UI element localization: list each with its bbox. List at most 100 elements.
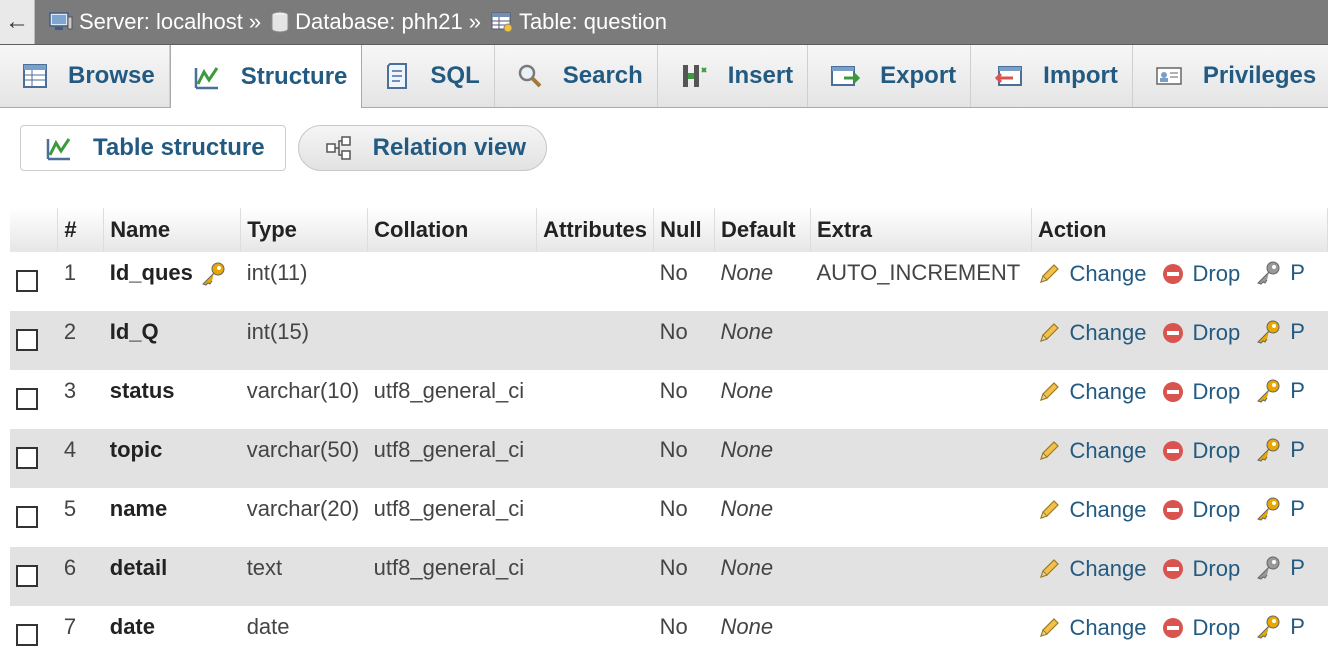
change-action[interactable]: Change <box>1037 320 1147 346</box>
change-action[interactable]: Change <box>1037 556 1147 582</box>
field-attributes <box>536 252 654 311</box>
drop-action[interactable]: Drop <box>1161 438 1240 464</box>
field-extra <box>810 311 1032 370</box>
pencil-icon <box>1037 262 1061 286</box>
header-null[interactable]: Null <box>653 208 716 252</box>
insert-icon <box>680 62 708 90</box>
tab-export[interactable]: Export <box>808 45 972 107</box>
change-action[interactable]: Change <box>1037 497 1147 523</box>
field-attributes <box>536 370 654 429</box>
row-checkbox[interactable] <box>16 447 38 469</box>
table-row: 6 detail text utf8_general_ci No None Change Dr… <box>10 547 1328 606</box>
change-action[interactable]: Change <box>1037 615 1147 641</box>
row-checkbox[interactable] <box>16 329 38 351</box>
tab-structure[interactable]: Structure <box>169 45 363 108</box>
field-default: None <box>714 311 811 370</box>
tab-search[interactable]: Search <box>495 45 658 107</box>
primary-action[interactable]: P <box>1254 555 1305 581</box>
header-attributes[interactable]: Attributes <box>536 208 655 252</box>
drop-icon <box>1161 498 1185 522</box>
primary-action[interactable]: P <box>1254 437 1305 463</box>
header-number[interactable]: # <box>57 208 105 252</box>
tab-sql-label: SQL <box>430 62 480 89</box>
change-label: Change <box>1069 379 1147 404</box>
search-icon <box>517 63 543 89</box>
sql-icon <box>384 62 410 90</box>
subtab-table-structure[interactable]: Table structure <box>20 125 286 171</box>
row-number: 5 <box>57 488 104 547</box>
change-action[interactable]: Change <box>1037 261 1147 287</box>
change-label: Change <box>1069 556 1147 581</box>
main-tabs: Browse Structure SQL Search Insert Expor… <box>0 45 1328 108</box>
tab-sql[interactable]: SQL <box>362 45 495 107</box>
pencil-icon <box>1037 321 1061 345</box>
drop-icon <box>1161 262 1185 286</box>
field-type: text <box>240 547 368 606</box>
field-name: Id_ques <box>109 260 193 285</box>
table-row: 7 date date No None Change Drop P <box>10 606 1328 665</box>
primary-label: P <box>1290 319 1305 344</box>
table-row: 5 name varchar(20) utf8_general_ci No None Cha… <box>10 488 1328 547</box>
drop-label: Drop <box>1192 261 1241 286</box>
breadcrumb-database[interactable]: Database: phh21 <box>271 9 463 35</box>
primary-label: P <box>1290 614 1305 639</box>
back-button[interactable]: ← <box>0 0 35 44</box>
header-type[interactable]: Type <box>240 208 369 252</box>
row-checkbox[interactable] <box>16 388 38 410</box>
tab-structure-label: Structure <box>240 62 348 90</box>
row-select-cell <box>10 370 58 429</box>
field-name: topic <box>109 437 163 462</box>
tab-insert-label: Insert <box>727 62 794 89</box>
drop-action[interactable]: Drop <box>1161 497 1240 523</box>
subtab-relation-view[interactable]: Relation view <box>297 125 547 171</box>
primary-action[interactable]: P <box>1254 260 1305 286</box>
row-select-cell <box>10 429 58 488</box>
import-icon <box>993 63 1023 89</box>
field-default: None <box>714 252 811 311</box>
drop-action[interactable]: Drop <box>1161 615 1240 641</box>
primary-action[interactable]: P <box>1254 319 1305 345</box>
row-checkbox[interactable] <box>16 506 38 528</box>
export-icon <box>830 63 861 89</box>
primary-action[interactable]: P <box>1254 614 1305 640</box>
field-actions: Change Drop P <box>1031 370 1328 429</box>
pencil-icon <box>1037 557 1061 581</box>
primary-label: P <box>1290 437 1305 462</box>
tab-import[interactable]: Import <box>971 45 1133 107</box>
relation-icon <box>325 135 353 161</box>
structure-icon <box>45 135 73 161</box>
breadcrumb-table[interactable]: Table: question <box>491 9 667 35</box>
row-select-cell <box>10 547 58 606</box>
drop-icon <box>1161 439 1185 463</box>
tab-privileges[interactable]: Privileges <box>1133 45 1328 107</box>
drop-action[interactable]: Drop <box>1161 261 1241 287</box>
key-icon <box>1254 260 1282 286</box>
breadcrumb-table-label: Table: question <box>518 9 667 34</box>
drop-action[interactable]: Drop <box>1161 556 1240 582</box>
primary-action[interactable]: P <box>1254 378 1305 404</box>
row-number: 2 <box>57 311 104 370</box>
header-default[interactable]: Default <box>714 208 811 252</box>
header-collation[interactable]: Collation <box>367 208 538 252</box>
tab-search-label: Search <box>562 62 643 89</box>
change-action[interactable]: Change <box>1037 379 1147 405</box>
row-checkbox[interactable] <box>16 624 38 646</box>
drop-action[interactable]: Drop <box>1161 379 1240 405</box>
row-number: 1 <box>57 252 104 311</box>
field-attributes <box>536 488 654 547</box>
field-null: No <box>653 488 715 547</box>
header-extra[interactable]: Extra <box>810 208 1032 252</box>
primary-action[interactable]: P <box>1254 496 1305 522</box>
header-name[interactable]: Name <box>103 208 242 252</box>
table-body: 1 Id_ques int(11) No None AUTO_INCREMENT Chang… <box>10 252 1328 665</box>
tab-browse[interactable]: Browse <box>0 45 170 107</box>
change-action[interactable]: Change <box>1037 438 1147 464</box>
row-checkbox[interactable] <box>16 270 38 292</box>
tab-import-label: Import <box>1043 62 1118 89</box>
tab-insert[interactable]: Insert <box>658 45 809 107</box>
field-default: None <box>714 606 811 665</box>
pencil-icon <box>1037 380 1061 404</box>
row-checkbox[interactable] <box>16 565 38 587</box>
drop-action[interactable]: Drop <box>1161 320 1240 346</box>
breadcrumb-server[interactable]: Server: localhost <box>49 9 243 35</box>
